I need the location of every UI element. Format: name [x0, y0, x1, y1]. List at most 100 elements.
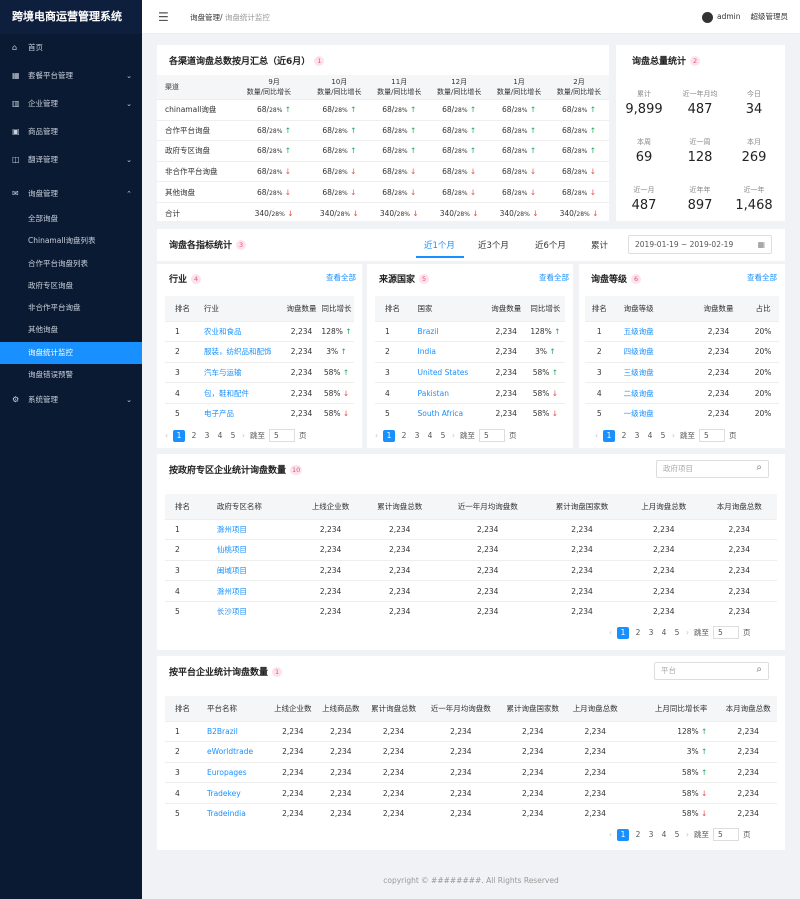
pager-prev-icon[interactable]: ‹	[595, 431, 598, 440]
sidebar-subitem[interactable]: 其他询盘	[0, 319, 142, 341]
pager-prev-icon[interactable]: ‹	[609, 830, 612, 839]
pager-jump-input[interactable]: 5	[269, 429, 295, 442]
industry-view-all[interactable]: 查看全部	[326, 272, 356, 283]
row-link[interactable]: South Africa	[407, 402, 487, 424]
pager-page[interactable]: 1	[383, 430, 395, 442]
cell-value[interactable]: B2Brazil	[207, 727, 238, 736]
row-link[interactable]: B2Brazil	[197, 720, 269, 742]
row-link[interactable]: eWorldtrade	[197, 741, 269, 763]
cell-value[interactable]: 长沙项目	[217, 607, 247, 616]
row-link[interactable]: 包，鞋和配件	[194, 382, 285, 404]
row-link[interactable]: 滁州项目	[206, 580, 300, 602]
gov-search-placeholder[interactable]: 政府项目	[663, 464, 693, 473]
tab-cumulative[interactable]: 累计	[591, 239, 608, 251]
cell-value[interactable]: 农业和食品	[204, 327, 242, 336]
cell-value[interactable]: 二级询盘	[624, 389, 654, 398]
row-link[interactable]: 滁州项目	[206, 518, 300, 540]
chevron-down-icon[interactable]: ⌄	[126, 146, 132, 174]
cell-value[interactable]: eWorldtrade	[207, 747, 253, 756]
pager-prev-icon[interactable]: ‹	[609, 628, 612, 637]
sidebar-item[interactable]: ⌂ 首页	[0, 34, 142, 62]
pager-jump-input[interactable]: 5	[713, 626, 739, 639]
sidebar-item-label[interactable]: 询盘管理	[28, 189, 58, 198]
cell-value[interactable]: Europages	[207, 768, 247, 777]
pager-page[interactable]: 3	[413, 431, 421, 440]
cell-value[interactable]: 滁州项目	[217, 525, 247, 534]
pager-page[interactable]: 3	[633, 431, 641, 440]
cell-value[interactable]: 汽车与运输	[204, 368, 242, 377]
row-link[interactable]: 闽域项目	[206, 559, 300, 581]
cell-value[interactable]: India	[418, 347, 436, 356]
cell-value[interactable]: Pakistan	[418, 389, 449, 398]
tab-3-months[interactable]: 近3个月	[478, 239, 509, 251]
chevron-up-icon[interactable]: ⌃	[126, 180, 132, 208]
pager-page[interactable]: 2	[620, 431, 628, 440]
row-link[interactable]: 服装，纺织品和配饰	[194, 341, 285, 363]
sidebar-item-label[interactable]: 套餐平台管理	[28, 71, 73, 80]
sidebar-item[interactable]: ◫ 翻译管理 ⌄	[0, 146, 142, 174]
row-link[interactable]: 三级询盘	[613, 361, 690, 383]
row-link[interactable]: 五级询盘	[613, 320, 690, 342]
sidebar-item-label[interactable]: 翻译管理	[28, 155, 58, 164]
pager-page[interactable]: 3	[647, 628, 655, 637]
row-link[interactable]: 长沙项目	[206, 600, 300, 622]
pager-page[interactable]: 2	[190, 431, 198, 440]
sidebar-item-label[interactable]: 首页	[28, 43, 43, 52]
cell-value[interactable]: 三级询盘	[624, 368, 654, 377]
sidebar-subitem[interactable]: 全部询盘	[0, 208, 142, 230]
pager-next-icon[interactable]: ›	[452, 431, 455, 440]
row-link[interactable]: Brazil	[407, 320, 487, 342]
pager-page[interactable]: 1	[617, 829, 629, 841]
cell-value[interactable]: Tradeindia	[207, 809, 246, 818]
row-link[interactable]: Pakistan	[407, 382, 487, 404]
cell-value[interactable]: South Africa	[418, 409, 464, 418]
sidebar-item[interactable]: ▥ 企业管理 ⌄	[0, 90, 142, 118]
calendar-icon[interactable]: ▦	[757, 236, 765, 253]
chevron-down-icon[interactable]: ⌄	[126, 62, 132, 90]
sidebar-item[interactable]: ▦ 套餐平台管理 ⌄	[0, 62, 142, 90]
pager-page[interactable]: 4	[216, 431, 224, 440]
sidebar-item-system[interactable]: ⚙ 系统管理 ⌄	[0, 386, 142, 414]
chevron-down-icon[interactable]: ⌄	[126, 90, 132, 118]
pager-page[interactable]: 5	[673, 628, 681, 637]
cell-value[interactable]: 电子产品	[204, 409, 234, 418]
pager-page[interactable]: 5	[229, 431, 237, 440]
pager-jump-input[interactable]: 5	[479, 429, 505, 442]
hamburger-icon[interactable]: ☰	[158, 10, 169, 24]
sidebar-item[interactable]: ▣ 商品管理	[0, 118, 142, 146]
pager-page[interactable]: 1	[617, 627, 629, 639]
sidebar-subitem[interactable]: Chinamall询盘列表	[0, 230, 142, 252]
cell-value[interactable]: 一级询盘	[624, 409, 654, 418]
pager-page[interactable]: 2	[400, 431, 408, 440]
sidebar-item-label[interactable]: 系统管理	[28, 395, 58, 404]
row-link[interactable]: 仙桃项目	[206, 539, 300, 561]
chevron-down-icon[interactable]: ⌄	[126, 386, 132, 414]
pager-next-icon[interactable]: ›	[686, 830, 689, 839]
sidebar-item-inquiry[interactable]: ✉ 询盘管理 ⌃	[0, 180, 142, 208]
row-link[interactable]: 电子产品	[194, 402, 285, 424]
pager-jump-input[interactable]: 5	[699, 429, 725, 442]
sidebar-subitem[interactable]: 询盘错误预警	[0, 364, 142, 386]
platform-search-input[interactable]: 平台 ⌕	[654, 662, 769, 680]
sidebar-subitem[interactable]: 政府专区询盘	[0, 275, 142, 297]
pager-page[interactable]: 4	[646, 431, 654, 440]
pager-page[interactable]: 4	[426, 431, 434, 440]
pager-page[interactable]: 4	[660, 830, 668, 839]
pager-page[interactable]: 5	[673, 830, 681, 839]
pager-page[interactable]: 2	[634, 830, 642, 839]
username[interactable]: admin	[717, 12, 741, 21]
breadcrumb-parent[interactable]: 询盘管理	[190, 13, 220, 22]
cell-value[interactable]: 包，鞋和配件	[204, 389, 249, 398]
pager-page[interactable]: 5	[439, 431, 447, 440]
cell-value[interactable]: 五级询盘	[624, 327, 654, 336]
search-icon[interactable]: ⌕	[756, 662, 762, 678]
grade-view-all[interactable]: 查看全部	[747, 272, 777, 283]
pager-next-icon[interactable]: ›	[686, 628, 689, 637]
search-icon[interactable]: ⌕	[756, 460, 762, 476]
row-link[interactable]: Tradekey	[197, 782, 269, 804]
sidebar-subitem[interactable]: 非合作平台询盘	[0, 297, 142, 319]
row-link[interactable]: Europages	[197, 761, 269, 783]
pager-page[interactable]: 1	[603, 430, 615, 442]
pager-page[interactable]: 4	[660, 628, 668, 637]
pager-prev-icon[interactable]: ‹	[165, 431, 168, 440]
